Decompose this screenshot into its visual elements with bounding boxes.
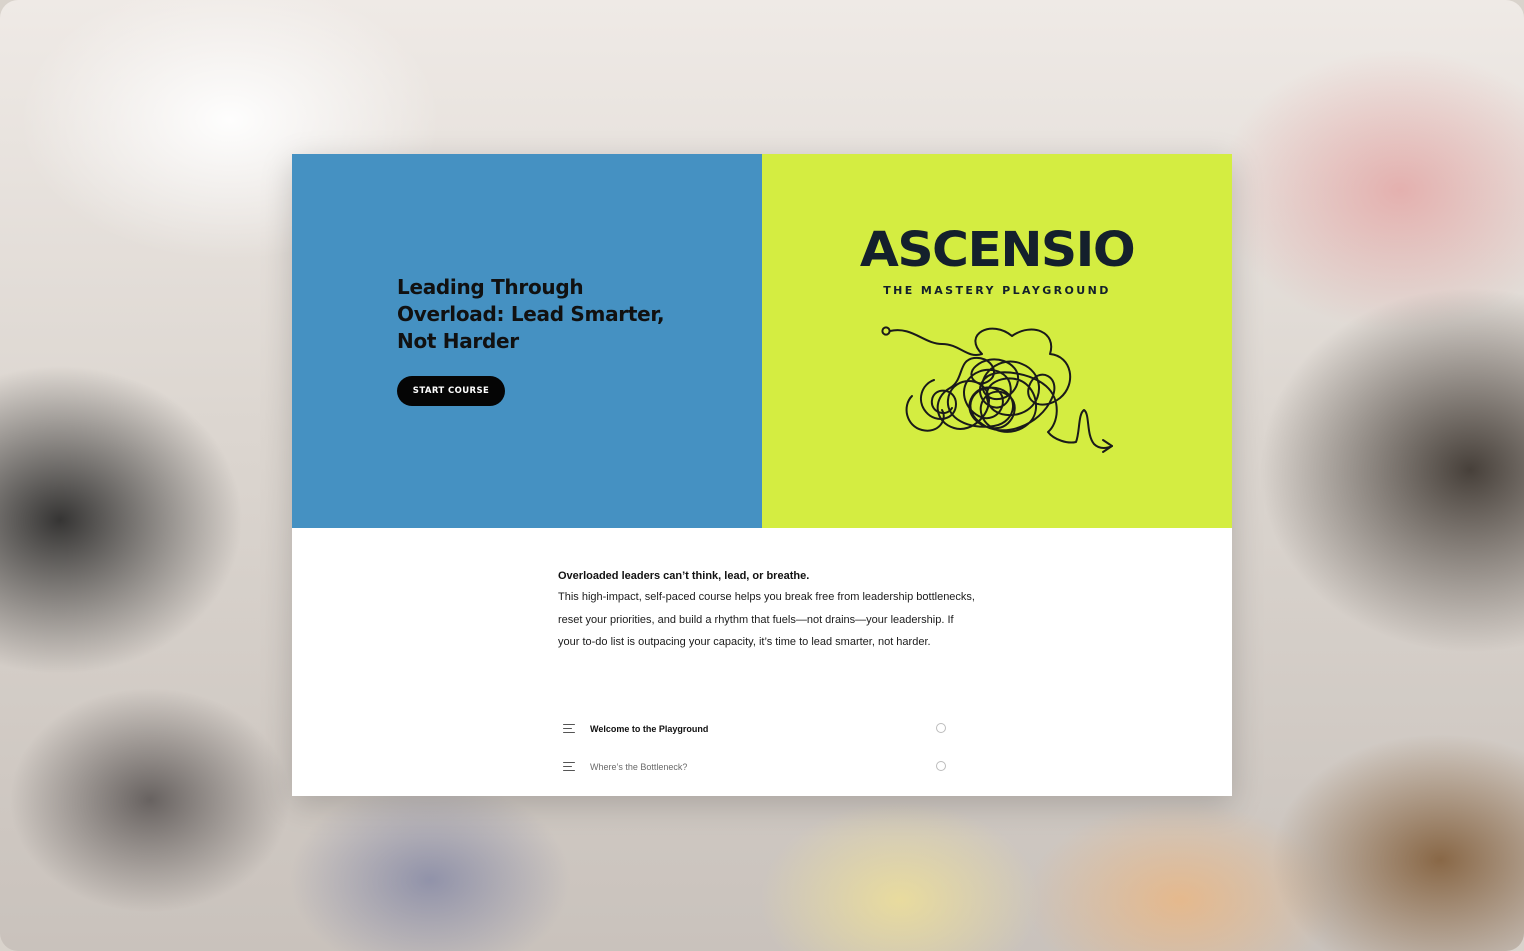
lesson-list: Welcome to the Playground Where’s the Bo…	[558, 710, 950, 786]
lesson-item[interactable]: Where’s the Bottleneck?	[558, 748, 950, 786]
course-description: Overloaded leaders can’t think, lead, or…	[558, 568, 978, 654]
course-hero: Leading Through Overload: Lead Smarter, …	[292, 154, 1232, 528]
description-headline: Overloaded leaders can’t think, lead, or…	[558, 570, 810, 582]
text-lines-icon	[563, 724, 577, 734]
brand-tagline: THE MASTERY PLAYGROUND	[883, 284, 1111, 297]
lesson-title: Where’s the Bottleneck?	[590, 762, 688, 772]
lesson-item[interactable]: Welcome to the Playground	[558, 710, 950, 748]
lesson-status-circle-icon	[936, 723, 946, 733]
course-overview-card: Leading Through Overload: Lead Smarter, …	[292, 154, 1232, 796]
hero-image-panel: ASCENSIO THE MASTERY PLAYGROUND	[762, 154, 1232, 528]
tangled-scribble-arrow-icon	[881, 326, 1113, 453]
start-course-button[interactable]: START COURSE	[397, 376, 505, 406]
lesson-title: Welcome to the Playground	[590, 724, 709, 734]
brand-logo-wordmark: ASCENSIO	[859, 222, 1136, 278]
lesson-status-circle-icon	[936, 761, 946, 771]
description-body: This high-impact, self-paced course help…	[558, 591, 975, 648]
course-title: Leading Through Overload: Lead Smarter, …	[397, 275, 665, 353]
text-lines-icon	[563, 762, 577, 772]
hero-title-panel: Leading Through Overload: Lead Smarter, …	[292, 154, 762, 528]
